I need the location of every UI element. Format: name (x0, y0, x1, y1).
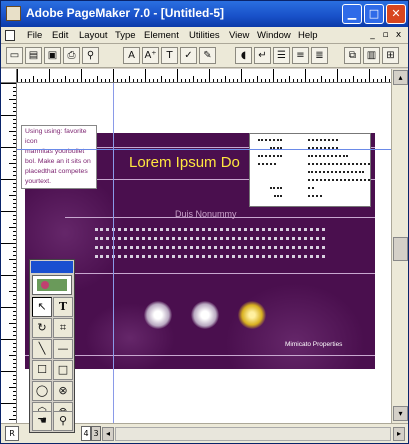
horizontal-guide[interactable] (17, 149, 391, 150)
horizontal-scrollbar[interactable] (115, 427, 391, 441)
vertical-ruler-ticks (1, 83, 16, 420)
subhead-text[interactable]: Duis Nonummy (175, 209, 237, 219)
doc-minimize-button[interactable]: _ (367, 30, 378, 41)
body-text-line[interactable] (95, 237, 325, 240)
maximize-button[interactable]: □ (364, 4, 384, 24)
indents-icon[interactable]: ↵ (254, 47, 271, 64)
vertical-scroll-thumb[interactable] (393, 237, 408, 261)
menu-element[interactable]: Element (144, 30, 179, 41)
insert-icon[interactable]: ⊞ (382, 47, 399, 64)
menu-help[interactable]: Help (298, 30, 318, 41)
vertical-guide[interactable] (113, 83, 114, 423)
menu-view[interactable]: View (229, 30, 249, 41)
list-icon[interactable]: ≡ (292, 47, 309, 64)
note-line: Using using: favorite icon (25, 128, 87, 145)
bullets-icon[interactable]: ☰ (273, 47, 290, 64)
menu-layout[interactable]: Layout (79, 30, 108, 41)
menu-file[interactable]: File (27, 30, 42, 41)
vertical-ruler[interactable] (1, 83, 17, 423)
font-size-up-icon[interactable]: A⁺ (142, 47, 159, 64)
menu-utilities[interactable]: Utilities (189, 30, 220, 41)
constrained-line-tool[interactable]: — (53, 339, 73, 359)
menu-edit[interactable]: Edit (52, 30, 68, 41)
doc-restore-button[interactable]: ▫ (380, 30, 391, 41)
title-bar[interactable]: Adobe PageMaker 7.0 - [Untitled-5] ▁ □ ✕ (1, 1, 408, 27)
horizontal-ruler-ticks (17, 69, 390, 82)
text-tool[interactable]: T (53, 297, 73, 317)
toolbox-title-bar[interactable] (31, 261, 73, 273)
ellipse-frame-tool[interactable]: ◯ (32, 381, 52, 401)
page-tab-3[interactable]: 3 (91, 426, 101, 441)
master-page-tab[interactable]: R (5, 426, 19, 441)
app-window: Adobe PageMaker 7.0 - [Untitled-5] ▁ □ ✕… (0, 0, 409, 444)
crop-tool[interactable]: ⌗ (53, 318, 73, 338)
placeholder-table[interactable] (249, 133, 371, 207)
rectangle-tool[interactable]: □ (53, 360, 73, 380)
body-text-line[interactable] (95, 246, 325, 249)
zoom-tool[interactable]: ⚲ (53, 411, 73, 431)
kerning-icon[interactable]: T (161, 47, 178, 64)
menu-bar: File Edit Layout Type Element Utilities … (1, 27, 408, 44)
toolbox-preview (32, 275, 72, 295)
ornament-circle-gold[interactable] (238, 301, 266, 329)
horizontal-ruler[interactable] (17, 69, 391, 83)
guide-line (25, 355, 375, 356)
ornament-circle[interactable] (191, 301, 219, 329)
main-toolbar: ▭ ▤ ▣ ⎙ ⚲ A A⁺ T ✓ ✎ ◖ ↵ ☰ ≡ ≣ ⧉ ▥ ⊞ (1, 44, 408, 68)
vertical-scrollbar[interactable]: ▴ ▾ (391, 69, 408, 423)
edit-icon[interactable]: ✎ (199, 47, 216, 64)
body-text-line[interactable] (95, 255, 325, 258)
toolbox-bottom-row: ☚ ⚲ (29, 411, 75, 433)
scroll-left-button[interactable]: ◂ (102, 427, 114, 441)
close-button[interactable]: ✕ (386, 4, 406, 24)
window-title: Adobe PageMaker 7.0 - [Untitled-5] (26, 6, 225, 20)
preview-thumbnail (37, 279, 67, 291)
scroll-right-button[interactable]: ▸ (393, 427, 405, 441)
doc-close-button[interactable]: x (393, 30, 404, 41)
find-icon[interactable]: ⚲ (82, 47, 99, 64)
scroll-down-button[interactable]: ▾ (393, 406, 408, 421)
open-icon[interactable]: ▤ (25, 47, 42, 64)
frame-bottom-rule (65, 273, 375, 274)
save-icon[interactable]: ▣ (44, 47, 61, 64)
pagemaker-app-icon[interactable] (6, 6, 21, 21)
footer-label[interactable]: Mimicato Properties (285, 341, 342, 348)
headline-text[interactable]: Lorem Ipsum Do (129, 154, 240, 171)
document-icon[interactable] (5, 30, 15, 41)
minimize-button[interactable]: ▁ (342, 4, 362, 24)
pointer-tool[interactable]: ↖ (32, 297, 52, 317)
toolbox-palette[interactable]: ↖ T ↻ ⌗ ╲ — ☐ □ ◯ ⊗ ⬡ ⊗ (29, 259, 75, 433)
note-line: bol. Make an it sits on (25, 158, 91, 165)
note-line: placedthat competes (25, 168, 88, 175)
rotate-tool[interactable]: ↻ (32, 318, 52, 338)
para-icon[interactable]: ◖ (235, 47, 252, 64)
char-spec-icon[interactable]: A (123, 47, 140, 64)
align-icon[interactable]: ≣ (311, 47, 328, 64)
print-icon[interactable]: ⎙ (63, 47, 80, 64)
new-icon[interactable]: ▭ (6, 47, 23, 64)
line-tool[interactable]: ╲ (32, 339, 52, 359)
copy-icon[interactable]: ⧉ (344, 47, 361, 64)
body-text-line[interactable] (95, 228, 325, 231)
rectangle-frame-tool[interactable]: ☐ (32, 360, 52, 380)
ruler-origin[interactable] (1, 69, 17, 83)
ellipse-x-tool[interactable]: ⊗ (53, 381, 73, 401)
menu-type[interactable]: Type (115, 30, 136, 41)
spell-check-icon[interactable]: ✓ (180, 47, 197, 64)
note-line: yourtext. (25, 178, 52, 185)
paste-icon[interactable]: ▥ (363, 47, 380, 64)
scroll-up-button[interactable]: ▴ (393, 70, 408, 85)
hand-tool[interactable]: ☚ (32, 411, 52, 431)
text-block-note[interactable]: Using using: favorite icon marmitas your… (21, 125, 97, 189)
ornament-circle[interactable] (144, 301, 172, 329)
page-tab-4[interactable]: 4 (81, 426, 91, 441)
menu-window[interactable]: Window (257, 30, 291, 41)
